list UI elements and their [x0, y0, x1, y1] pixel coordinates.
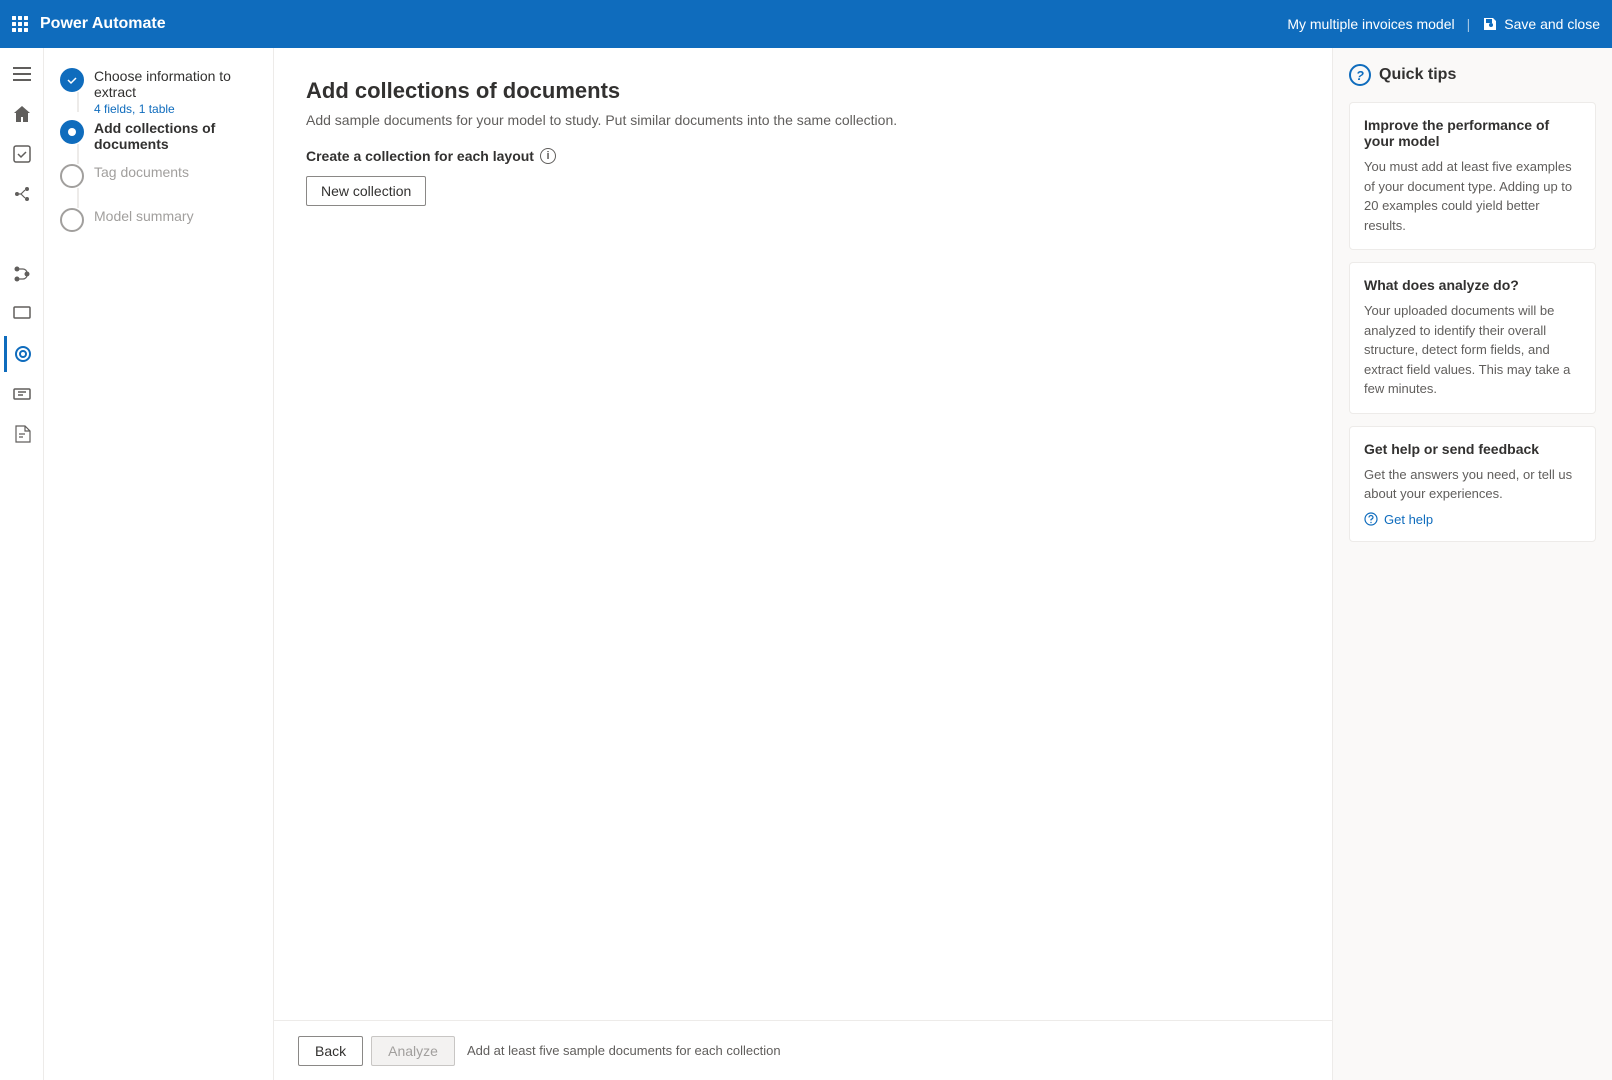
save-icon: [1482, 16, 1498, 32]
nav-approvals-icon[interactable]: [4, 136, 40, 172]
quick-tips-icon: ?: [1349, 64, 1371, 86]
topbar-divider: |: [1467, 16, 1471, 32]
nav-menu-icon[interactable]: [4, 56, 40, 92]
nav-process-icon[interactable]: [4, 376, 40, 412]
topbar: Power Automate My multiple invoices mode…: [0, 0, 1612, 48]
collection-layout-label: Create a collection for each layout i: [306, 148, 1300, 164]
nav-monitor-icon[interactable]: [4, 296, 40, 332]
save-close-button[interactable]: Save and close: [1482, 16, 1600, 32]
new-collection-button[interactable]: New collection: [306, 176, 426, 206]
tip-card-analyze: What does analyze do? Your uploaded docu…: [1349, 262, 1596, 414]
wizard-step-tag: Tag documents: [60, 164, 257, 208]
tip-card-help-text: Get the answers you need, or tell us abo…: [1364, 465, 1581, 504]
get-help-icon: [1364, 512, 1378, 526]
content-main: Add collections of documents Add sample …: [274, 48, 1332, 1020]
wizard-sidebar: Choose information to extract 4 fields, …: [44, 48, 274, 1080]
left-nav: [0, 48, 44, 1080]
nav-ai-models-icon[interactable]: [4, 336, 40, 372]
quick-tips-title: Quick tips: [1379, 66, 1456, 84]
wizard-step-summary: Model summary: [60, 208, 257, 232]
content-area: Add collections of documents Add sample …: [274, 48, 1332, 1080]
tip-card-performance-title: Improve the performance of your model: [1364, 117, 1581, 149]
quick-tips-header: ? Quick tips: [1349, 64, 1596, 86]
tip-card-help-title: Get help or send feedback: [1364, 441, 1581, 457]
step-circle-extract: [60, 68, 84, 92]
analyze-button: Analyze: [371, 1036, 455, 1066]
quick-tips-panel: ? Quick tips Improve the performance of …: [1332, 48, 1612, 1080]
page-title: Add collections of documents: [306, 78, 1300, 104]
grid-menu-icon[interactable]: [12, 16, 28, 32]
model-name: My multiple invoices model: [1287, 16, 1454, 32]
step-circle-summary: [60, 208, 84, 232]
nav-connections-icon[interactable]: [4, 176, 40, 212]
tip-card-analyze-text: Your uploaded documents will be analyzed…: [1364, 301, 1581, 399]
nav-home-icon[interactable]: [4, 96, 40, 132]
app-title: Power Automate: [40, 15, 166, 33]
step-circle-collections: [60, 120, 84, 144]
step-circle-tag: [60, 164, 84, 188]
info-icon[interactable]: i: [540, 148, 556, 164]
tip-card-performance: Improve the performance of your model Yo…: [1349, 102, 1596, 250]
get-help-link[interactable]: Get help: [1364, 512, 1581, 527]
nav-flows-icon[interactable]: [4, 256, 40, 292]
page-subtitle: Add sample documents for your model to s…: [306, 112, 1300, 128]
back-button[interactable]: Back: [298, 1036, 363, 1066]
tip-card-help: Get help or send feedback Get the answer…: [1349, 426, 1596, 542]
tip-card-analyze-title: What does analyze do?: [1364, 277, 1581, 293]
wizard-step-collections: Add collections of documents: [60, 120, 257, 164]
footer-hint: Add at least five sample documents for e…: [467, 1043, 781, 1058]
content-footer: Back Analyze Add at least five sample do…: [274, 1020, 1332, 1080]
tip-card-performance-text: You must add at least five examples of y…: [1364, 157, 1581, 235]
wizard-step-extract: Choose information to extract 4 fields, …: [60, 68, 257, 120]
nav-add-icon[interactable]: [4, 216, 40, 252]
nav-docs-icon[interactable]: [4, 416, 40, 452]
